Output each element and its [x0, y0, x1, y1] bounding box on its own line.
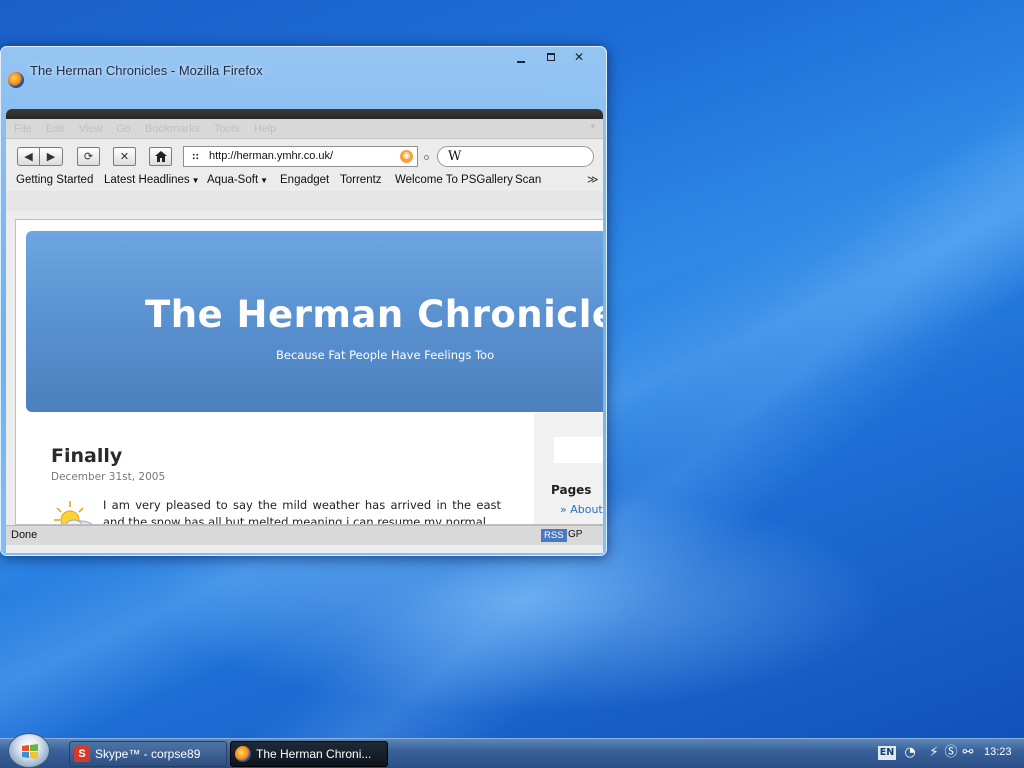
power-icon[interactable]: ⚡: [926, 745, 942, 761]
language-indicator[interactable]: EN: [878, 746, 896, 760]
bookmark-label: Getting Started: [16, 174, 94, 186]
bookmark-latest-headlines[interactable]: Latest Headlines ▼: [104, 174, 200, 186]
start-button[interactable]: [8, 733, 50, 768]
bookmark-aqua-soft[interactable]: Aqua-Soft ▼: [207, 174, 268, 186]
post-body: I am very pleased to say the mild weathe…: [103, 498, 501, 525]
bookmark-label: Scan: [515, 174, 542, 186]
windows-logo-icon: [22, 744, 38, 759]
bookmark-label: Aqua-Soft: [207, 174, 259, 186]
status-text: Done: [11, 529, 38, 541]
tab-strip: [6, 191, 603, 211]
bookmark-engadget[interactable]: Engadget: [280, 174, 329, 186]
sidebar-heading: Pages: [551, 483, 592, 497]
menu-bar: File Edit View Go Bookmarks Tools Help ▾: [6, 119, 603, 139]
sidebar-search-box[interactable]: [554, 437, 603, 463]
url-text[interactable]: http://herman.ymhr.co.uk/: [209, 150, 333, 162]
status-bar: Done RSS GP: [6, 525, 603, 545]
blog-tagline: Because Fat People Have Feelings Too: [276, 348, 495, 362]
maximize-icon: [547, 53, 555, 61]
minimize-button[interactable]: [508, 49, 534, 65]
back-button[interactable]: ◀: [17, 147, 40, 166]
blog-header: The Herman Chronicle Because Fat People …: [26, 231, 603, 412]
browser-chrome: File Edit View Go Bookmarks Tools Help ▾…: [6, 109, 603, 553]
taskbar-button-label: The Herman Chroni...: [256, 747, 372, 761]
sidebar-link-about[interactable]: » About: [560, 503, 603, 516]
back-arrow-icon: ◀: [24, 150, 33, 163]
gp-badge[interactable]: GP: [568, 529, 582, 540]
bookmark-label: Engadget: [280, 174, 330, 186]
minimize-icon: [517, 61, 525, 63]
sidebar: Pages » About: [534, 413, 603, 524]
tray-clock[interactable]: 13:23: [984, 746, 1012, 758]
chevron-down-icon[interactable]: ▾: [590, 121, 595, 132]
blog-title[interactable]: The Herman Chronicle: [145, 293, 603, 336]
search-input[interactable]: W: [437, 146, 594, 167]
reload-icon: ⟳: [83, 150, 94, 163]
rss-badge[interactable]: RSS: [541, 529, 567, 542]
home-button[interactable]: [149, 147, 172, 166]
menu-bookmarks[interactable]: Bookmarks: [145, 123, 200, 135]
page-content[interactable]: The Herman Chronicle Because Fat People …: [15, 219, 603, 525]
bookmark-psgallery[interactable]: Welcome To PSGallery: [395, 174, 513, 186]
skype-icon: S: [74, 746, 90, 762]
feed-icon[interactable]: ◉: [400, 150, 413, 163]
site-favicon-icon: [192, 153, 199, 160]
chrome-top-strip: [6, 109, 603, 119]
menu-tools[interactable]: Tools: [214, 123, 240, 135]
post-title[interactable]: Finally: [51, 445, 122, 467]
bookmark-getting-started[interactable]: Getting Started: [16, 174, 93, 186]
menu-help[interactable]: Help: [254, 123, 277, 135]
taskbar-skype-button[interactable]: S Skype™ - corpse89: [69, 741, 227, 767]
forward-button[interactable]: ▶: [40, 147, 63, 166]
menu-go[interactable]: Go: [116, 123, 131, 135]
skype-tray-icon[interactable]: Ⓢ: [943, 745, 959, 761]
firefox-icon: [235, 746, 251, 762]
url-bar[interactable]: http://herman.ymhr.co.uk/ ◉: [183, 146, 418, 167]
weather-sun-cloud-icon: [54, 501, 93, 524]
menu-view[interactable]: View: [79, 123, 103, 135]
firefox-icon: [8, 72, 24, 88]
home-icon: [154, 151, 167, 162]
dropdown-arrow-icon: ▼: [191, 176, 200, 185]
close-button[interactable]: ✕: [566, 49, 592, 65]
menu-edit[interactable]: Edit: [46, 123, 65, 135]
go-dot-icon: [424, 155, 429, 160]
bookmark-label: Latest Headlines: [104, 174, 190, 186]
window-title: The Herman Chronicles - Mozilla Firefox: [30, 63, 263, 78]
maximize-button[interactable]: [538, 49, 564, 65]
window-titlebar[interactable]: The Herman Chronicles - Mozilla Firefox …: [1, 47, 606, 109]
bookmark-torrentz[interactable]: Torrentz: [340, 174, 382, 186]
stop-button[interactable]: ✕: [113, 147, 136, 166]
firefox-window[interactable]: The Herman Chronicles - Mozilla Firefox …: [0, 46, 607, 556]
post-date: December 31st, 2005: [51, 471, 166, 483]
more-bookmarks-icon[interactable]: ≫: [587, 173, 599, 186]
bookmark-scan[interactable]: Scan: [515, 174, 541, 186]
network-icon[interactable]: ⚯: [960, 745, 976, 761]
taskbar-firefox-button[interactable]: The Herman Chroni...: [230, 741, 388, 767]
stop-icon: ✕: [119, 150, 130, 163]
wikipedia-icon[interactable]: W: [448, 149, 461, 164]
bookmark-label: Welcome To PSGallery: [395, 174, 513, 186]
bookmark-label: Torrentz: [340, 174, 382, 186]
clock-app-icon[interactable]: ◔: [902, 745, 918, 761]
navigation-toolbar: ◀ ▶ ⟳ ✕ http://herman.ymhr.co.uk/ ◉ W: [6, 141, 603, 171]
reload-button[interactable]: ⟳: [77, 147, 100, 166]
bookmarks-toolbar: Getting Started Latest Headlines ▼ Aqua-S…: [6, 171, 603, 191]
forward-arrow-icon: ▶: [46, 150, 56, 163]
menu-file[interactable]: File: [14, 123, 32, 135]
taskbar-button-label: Skype™ - corpse89: [95, 747, 201, 761]
dropdown-arrow-icon: ▼: [260, 176, 269, 185]
